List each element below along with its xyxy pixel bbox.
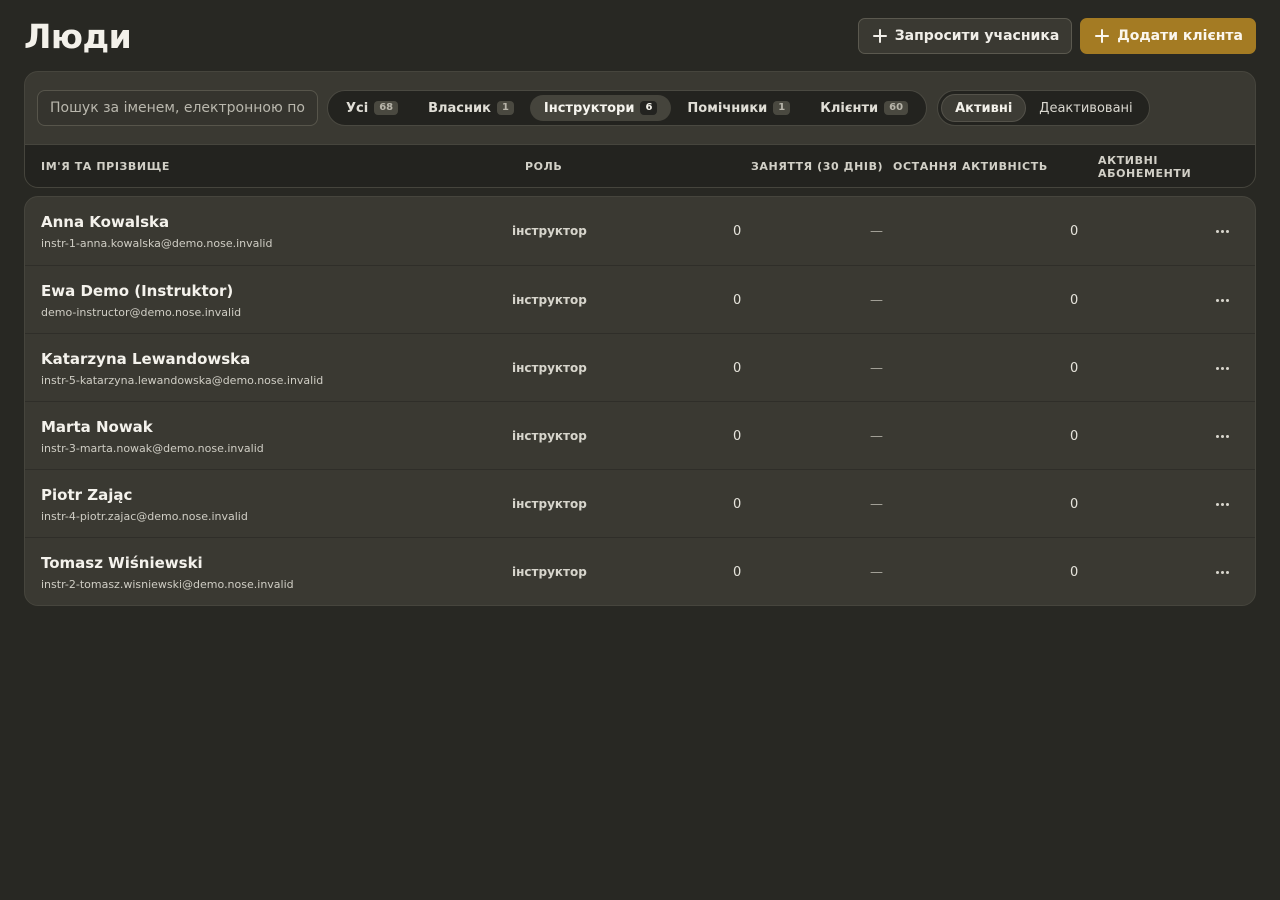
classes-count: 0 xyxy=(733,428,742,444)
person-name[interactable]: Katarzyna Lewandowska xyxy=(41,350,250,368)
person-email: instr-2-tomasz.wisniewski@demo.nose.inva… xyxy=(41,577,294,591)
person-email: instr-5-katarzyna.lewandowska@demo.nose.… xyxy=(41,373,324,387)
people-page: Люди Запросити учасника Додати клієнта У… xyxy=(0,0,1280,900)
memberships-count: 0 xyxy=(1070,564,1079,580)
invite-member-label: Запросити учасника xyxy=(894,27,1060,44)
tab-count-badge: 60 xyxy=(884,101,909,115)
memberships-count: 0 xyxy=(1070,428,1079,444)
plus-icon xyxy=(1095,28,1110,43)
tab-count-badge: 1 xyxy=(496,101,514,115)
person-email: demo-instructor@demo.nose.invalid xyxy=(41,305,242,319)
table-row[interactable]: Marta Nowak instr-3-marta.nowak@demo.nos… xyxy=(25,401,1255,469)
role-value: інструктор xyxy=(512,293,587,307)
person-cell: Katarzyna Lewandowska instr-5-katarzyna.… xyxy=(41,334,323,402)
row-actions-cell xyxy=(1212,538,1232,605)
plus-icon xyxy=(872,28,887,43)
person-cell: Anna Kowalska instr-1-anna.kowalska@demo… xyxy=(41,197,272,265)
role-value: інструктор xyxy=(512,497,587,511)
tab-assistants[interactable]: Помічники 1 xyxy=(673,95,804,121)
table-row[interactable]: Katarzyna Lewandowska instr-5-katarzyna.… xyxy=(25,333,1255,401)
column-header-last-activity[interactable]: ОСТАННЯ АКТИВНІСТЬ xyxy=(893,145,1048,187)
tab-clients[interactable]: Клієнти 60 xyxy=(806,95,922,121)
person-email: instr-1-anna.kowalska@demo.nose.invalid xyxy=(41,236,273,250)
add-client-label: Додати клієнта xyxy=(1117,27,1243,44)
tab-label: Помічники xyxy=(687,100,768,116)
person-cell: Marta Nowak instr-3-marta.nowak@demo.nos… xyxy=(41,402,264,470)
more-options-icon[interactable] xyxy=(1212,562,1232,582)
people-table-body: Anna Kowalska instr-1-anna.kowalska@demo… xyxy=(24,196,1256,606)
status-deactivated-option[interactable]: Деактивовані xyxy=(1026,94,1145,122)
role-tabs: Усі 68 Власник 1 Інструктори 6 Помічники… xyxy=(327,90,928,126)
more-options-icon[interactable] xyxy=(1212,358,1232,378)
role-value: інструктор xyxy=(512,429,587,443)
header-actions: Запросити учасника Додати клієнта xyxy=(857,17,1256,54)
person-email: instr-3-marta.nowak@demo.nose.invalid xyxy=(41,441,264,455)
last-activity-value: — xyxy=(870,223,883,239)
tab-instructors[interactable]: Інструктори 6 xyxy=(529,95,672,121)
classes-count: 0 xyxy=(733,223,742,239)
role-value: інструктор xyxy=(512,361,587,375)
search-input[interactable] xyxy=(37,90,318,126)
tab-count-badge: 1 xyxy=(773,101,791,115)
row-actions-cell xyxy=(1212,266,1232,334)
tab-label: Інструктори xyxy=(543,100,635,116)
more-options-icon[interactable] xyxy=(1212,426,1232,446)
filter-panel: Усі 68 Власник 1 Інструктори 6 Помічники… xyxy=(24,71,1256,188)
person-email: instr-4-piotr.zajac@demo.nose.invalid xyxy=(41,509,248,523)
person-cell: Tomasz Wiśniewski instr-2-tomasz.wisniew… xyxy=(41,538,294,605)
role-value: інструктор xyxy=(512,565,587,579)
table-row[interactable]: Anna Kowalska instr-1-anna.kowalska@demo… xyxy=(25,197,1255,265)
classes-count: 0 xyxy=(733,360,742,376)
classes-count: 0 xyxy=(733,564,742,580)
column-header-memberships[interactable]: АКТИВНІ АБОНЕМЕНТИ xyxy=(1098,145,1208,187)
person-cell: Ewa Demo (Instruktor) demo-instructor@de… xyxy=(41,266,241,334)
tab-all[interactable]: Усі 68 xyxy=(332,95,412,121)
column-header-name[interactable]: ІМ'Я ТА ПРІЗВИЩЕ xyxy=(41,145,170,187)
more-options-icon[interactable] xyxy=(1212,494,1232,514)
toolbar: Усі 68 Власник 1 Інструктори 6 Помічники… xyxy=(25,72,1255,144)
last-activity-value: — xyxy=(870,428,883,444)
column-header-classes[interactable]: ЗАНЯТТЯ (30 ДНІВ) xyxy=(751,145,883,187)
role-value: інструктор xyxy=(512,224,587,238)
person-cell: Piotr Zając instr-4-piotr.zajac@demo.nos… xyxy=(41,470,248,538)
memberships-count: 0 xyxy=(1070,292,1079,308)
invite-member-button[interactable]: Запросити учасника xyxy=(857,17,1073,54)
last-activity-value: — xyxy=(870,564,883,580)
status-toggle: Активні Деактивовані xyxy=(937,90,1150,126)
page-header: Люди Запросити учасника Додати клієнта xyxy=(24,0,1256,71)
add-client-button[interactable]: Додати клієнта xyxy=(1080,17,1256,54)
classes-count: 0 xyxy=(733,292,742,308)
table-row[interactable]: Piotr Zając instr-4-piotr.zajac@demo.nos… xyxy=(25,469,1255,537)
person-name[interactable]: Tomasz Wiśniewski xyxy=(41,554,203,572)
memberships-count: 0 xyxy=(1070,360,1079,376)
last-activity-value: — xyxy=(870,360,883,376)
row-actions-cell xyxy=(1212,402,1232,470)
tab-label: Власник xyxy=(428,100,491,116)
more-options-icon[interactable] xyxy=(1212,290,1232,310)
row-actions-cell xyxy=(1212,197,1232,265)
person-name[interactable]: Piotr Zając xyxy=(41,486,132,504)
tab-label: Клієнти xyxy=(820,100,879,116)
table-row[interactable]: Ewa Demo (Instruktor) demo-instructor@de… xyxy=(25,265,1255,333)
tab-count-badge: 6 xyxy=(640,101,658,115)
classes-count: 0 xyxy=(733,496,742,512)
last-activity-value: — xyxy=(870,496,883,512)
person-name[interactable]: Ewa Demo (Instruktor) xyxy=(41,282,233,300)
person-name[interactable]: Marta Nowak xyxy=(41,418,153,436)
column-header-role[interactable]: РОЛЬ xyxy=(525,145,562,187)
tab-count-badge: 68 xyxy=(374,101,399,115)
row-actions-cell xyxy=(1212,334,1232,402)
table-header: ІМ'Я ТА ПРІЗВИЩЕ РОЛЬ ЗАНЯТТЯ (30 ДНІВ) … xyxy=(25,144,1255,187)
page-title: Люди xyxy=(24,16,132,56)
status-active-option[interactable]: Активні xyxy=(941,94,1027,122)
tab-label: Усі xyxy=(346,100,369,116)
last-activity-value: — xyxy=(870,292,883,308)
person-name[interactable]: Anna Kowalska xyxy=(41,213,169,231)
tab-owner[interactable]: Власник 1 xyxy=(414,95,528,121)
row-actions-cell xyxy=(1212,470,1232,538)
memberships-count: 0 xyxy=(1070,223,1079,239)
table-row[interactable]: Tomasz Wiśniewski instr-2-tomasz.wisniew… xyxy=(25,537,1255,605)
memberships-count: 0 xyxy=(1070,496,1079,512)
more-options-icon[interactable] xyxy=(1212,221,1232,241)
